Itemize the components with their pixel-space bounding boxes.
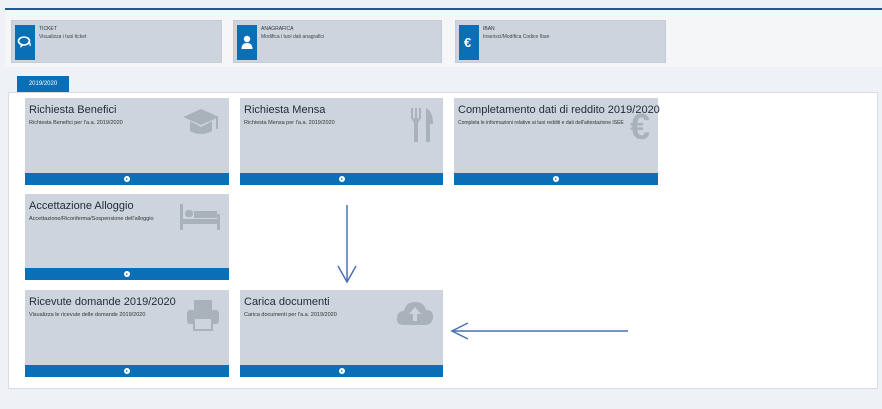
annotation-arrows: [337, 205, 628, 340]
annotation-arrow-down: [337, 205, 357, 284]
annotation-arrow-left: [450, 322, 628, 340]
